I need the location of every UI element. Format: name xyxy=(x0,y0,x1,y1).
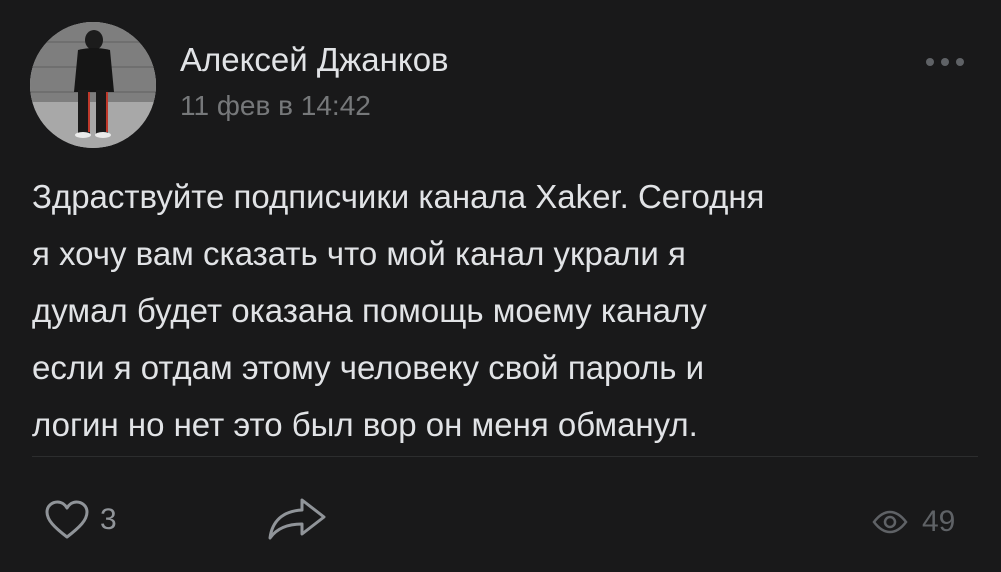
author-name[interactable]: Алексей Джанков xyxy=(180,41,449,79)
share-arrow-icon xyxy=(268,498,326,540)
post-text-line: если я отдам этому человеку свой пароль … xyxy=(32,349,705,386)
more-horizontal-icon xyxy=(926,58,964,66)
heart-icon xyxy=(45,500,89,539)
more-options-button[interactable] xyxy=(922,52,968,72)
post-text-line: Здраствуйте подписчики канала Xaker. Сег… xyxy=(32,178,765,215)
eye-icon xyxy=(872,510,908,534)
like-button[interactable]: 3 xyxy=(44,499,117,541)
avatar[interactable] xyxy=(30,22,156,148)
share-button[interactable] xyxy=(266,496,328,542)
divider xyxy=(32,456,978,457)
post-text-line: логин но нет это был вор он меня обманул… xyxy=(32,406,698,443)
user-photo-avatar xyxy=(30,22,156,148)
post-date[interactable]: 11 фев в 14:42 xyxy=(180,90,371,122)
post-text: Здраствуйте подписчики канала Xaker. Сег… xyxy=(32,168,977,453)
views-counter: 49 xyxy=(872,503,955,541)
views-count: 49 xyxy=(922,505,956,538)
post-text-line: думал будет оказана помощь моему каналу xyxy=(32,292,707,329)
wall-post: Алексей Джанков 11 фев в 14:42 Здраствуй… xyxy=(0,0,1001,572)
like-count: 3 xyxy=(100,503,117,536)
post-text-line: я хочу вам сказать что мой канал украли … xyxy=(32,235,686,272)
